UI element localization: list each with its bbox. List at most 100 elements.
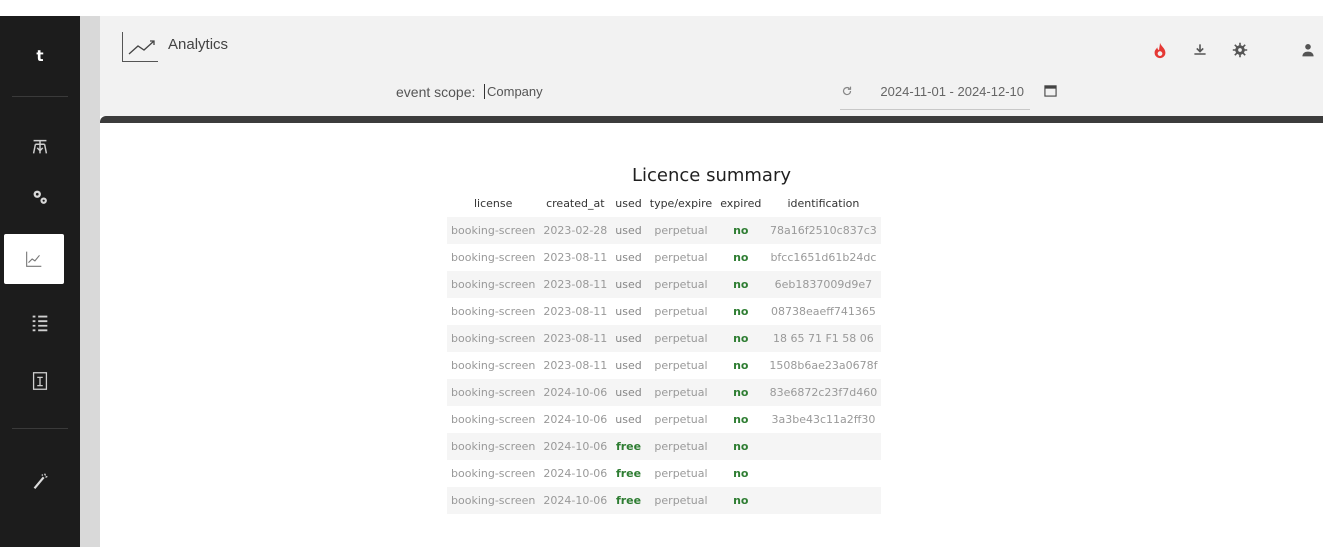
identification-cell: 1508b6ae23a0678f [769,359,878,372]
identification-cell: 78a16f2510c837c3 [770,224,877,237]
column-header: expired [720,196,762,210]
date-range-value: 2024-11-01 - 2024-12-10 [880,84,1024,99]
list-icon [32,315,48,332]
license-cell: booking-screen [451,305,536,318]
text-field-icon [32,372,48,390]
chart-line-icon [26,251,42,267]
identification-cell [765,433,881,460]
table-row: booking-screen 2024-10-06 used perpetual no 3… [447,406,881,433]
gear-icon[interactable] [1230,40,1250,60]
sidebar-item-settings[interactable] [0,172,80,222]
table-row: booking-screen 2024-10-06 free perpetual no [447,460,881,487]
used-cell: free [615,494,642,507]
brand-logo[interactable]: t [0,16,80,96]
type-cell: perpetual [654,467,708,480]
calendar-icon[interactable] [1044,84,1057,102]
type-cell: perpetual [654,413,708,426]
expired-cell: no [733,413,749,426]
column-header: created_at [546,196,605,210]
table-row: booking-screen 2023-02-28 used perpetual no 7… [447,217,882,244]
created-at-cell: 2023-08-11 [543,305,608,318]
created-at-cell: 2024-10-06 [543,386,608,399]
created-at-cell: 2023-08-11 [543,278,608,291]
summary-title: Licence summary [631,165,792,186]
table-row: booking-screen 2024-10-06 free perpetual no [447,433,882,460]
sidebar: t [0,16,80,547]
expired-cell: no [733,467,749,480]
used-cell: used [615,305,642,318]
created-at-cell: 2023-08-11 [543,359,608,372]
top-border [0,0,1323,16]
sidebar-item-tools[interactable] [0,456,80,506]
date-range-field[interactable]: 2024-11-01 - 2024-12-10 [840,84,1030,110]
created-at-cell: 2023-08-11 [543,332,608,345]
sidebar-item-hierarchy[interactable] [0,122,80,172]
type-cell: perpetual [654,224,708,237]
table-header-row: license created_at used type/expire expi… [447,189,881,217]
sidebar-divider [12,96,68,97]
licence-table: license created_at used type/expire expi… [447,189,882,514]
expired-cell: no [733,251,749,264]
used-cell: used [615,386,642,399]
type-cell: perpetual [654,359,708,372]
expired-cell: no [733,359,749,372]
fire-icon[interactable] [1150,40,1170,60]
license-cell: booking-screen [451,224,536,237]
sidebar-divider [12,428,68,429]
licence-table-body: booking-screen 2023-02-28 used perpetual no 7… [447,217,882,514]
table-row: booking-screen 2023-08-11 used perpetual no 1… [447,352,881,379]
used-cell: used [615,251,642,264]
column-header: type/expire [649,196,713,210]
type-cell: perpetual [654,386,708,399]
table-row: booking-screen 2023-08-11 used perpetual no b… [447,244,881,271]
analytics-icon [122,32,158,62]
download-icon[interactable] [1190,40,1210,60]
type-cell: perpetual [654,305,708,318]
type-cell: perpetual [654,494,708,507]
main-content: Licence summary license created_at used … [100,123,1323,547]
created-at-cell: 2024-10-06 [543,494,608,507]
license-cell: booking-screen [451,251,536,264]
used-cell: free [615,467,642,480]
expired-cell: no [733,224,749,237]
identification-cell: bfcc1651d61b24dc [770,251,877,264]
sidebar-item-list[interactable] [0,298,80,348]
cogs-icon [33,190,47,204]
created-at-cell: 2023-08-11 [543,251,608,264]
created-at-cell: 2024-10-06 [543,440,608,453]
table-row: booking-screen 2024-10-06 free perpetual no [447,487,882,514]
wand-icon [33,473,48,490]
used-cell: used [615,224,642,237]
identification-cell: 6eb1837009d9e7 [774,278,873,291]
expired-cell: no [733,305,749,318]
sidebar-item-text[interactable] [0,356,80,406]
used-cell: used [615,278,642,291]
expired-cell: no [733,440,749,453]
expired-cell: no [733,278,749,291]
identification-cell [765,460,881,487]
license-cell: booking-screen [451,332,536,345]
table-row: booking-screen 2023-08-11 used perpetual no 6… [447,271,882,298]
created-at-cell: 2024-10-06 [543,467,608,480]
user-icon[interactable] [1298,40,1318,60]
event-scope-label: event scope: [396,84,476,100]
used-cell: used [615,413,642,426]
license-cell: booking-screen [451,386,536,399]
license-cell: booking-screen [451,494,536,507]
sidebar-item-analytics[interactable] [4,234,64,284]
used-cell: used [615,332,642,345]
type-cell: perpetual [654,440,708,453]
table-row: booking-screen 2023-08-11 used perpetual no 0… [447,298,881,325]
type-cell: perpetual [654,278,708,291]
identification-cell [765,487,881,514]
created-at-cell: 2024-10-06 [543,413,608,426]
top-bar: Analytics event scope: Company 2024-11-0… [100,16,1323,116]
identification-cell: 83e6872c23f7d460 [769,386,878,399]
event-scope-input[interactable]: Company [484,84,543,99]
type-cell: perpetual [654,251,708,264]
created-at-cell: 2023-02-28 [543,224,608,237]
column-header: used [615,196,642,210]
license-cell: booking-screen [451,440,536,453]
table-row: booking-screen 2023-08-11 used perpetual no 1… [447,325,882,352]
sidebar-shadow [80,16,100,547]
